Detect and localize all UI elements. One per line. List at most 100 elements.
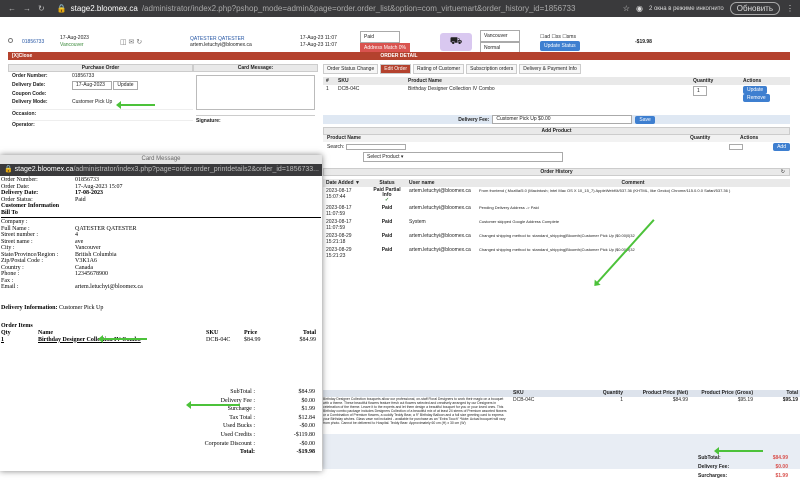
bottom-fee-label: Delivery Fee: [698,464,730,470]
add-product-select[interactable]: Select Product ▾ [363,152,563,162]
status-select[interactable]: Paid [360,30,400,43]
star-icon[interactable]: ☆ [623,4,630,13]
annotation-arrow [714,447,763,455]
table-row: 2023-08-17 11:07:59 Paid System Customer… [323,218,790,232]
history-col-status: Status [379,180,395,186]
lock-icon: 🔒 [56,4,67,13]
popup-tax-total: $12.84 [298,414,316,421]
popup-corporate-discount: -$0.00 [299,440,316,447]
history-col-user: User name [409,180,435,186]
warehouse-select[interactable]: Vancouver [480,29,520,42]
popup-surcharge: $1.99 [301,406,316,413]
order-timestamps: 17-Aug-23 11:07 17-Aug-23 11:07 [300,35,360,49]
delivery-fee-save-button[interactable]: Save [635,115,655,124]
tab-delivery-payment-info[interactable]: Delivery & Payment Info [519,64,581,74]
cb-sms-label: sms [566,33,576,40]
history-comment: Pending Delivery Address -> Paid [479,205,539,210]
tab-order-status-change[interactable]: Order Status Change [323,64,379,74]
history-col-date[interactable]: Date Added ▼ [323,179,368,187]
item-update-button[interactable]: Update [743,86,768,94]
popup-customer-info-title: Customer Information [1,203,60,209]
order-date: 17-Aug-2023 [60,34,89,41]
update-status-button[interactable]: Update Status [540,40,580,51]
cb-sms[interactable]: ☐sms [562,34,576,40]
bottom-item-qty: 1 [620,397,623,403]
popup-content: Order Number: 01856733 Order Date: 17-Aug-… [0,176,322,455]
incognito-label: 2 окна в режиме инкогнито [648,5,724,12]
history-date: 2023-08-17 11:07:59 [326,219,352,231]
add-product-col-name: Product Name [327,135,361,141]
order-total: -$19.98 [635,38,652,45]
popup-used-credits: -$119.80 [293,431,315,438]
created-time: 17-Aug-23 11:07 [300,34,337,41]
card-message-title: Card Message: [193,64,318,72]
history-table: Date Added ▼ Status User name Comment 20… [323,179,790,260]
add-product-button[interactable]: Add [773,143,790,151]
bottom-item-gross: $95.19 [737,397,753,403]
reload-icon[interactable]: ↻ [38,4,45,13]
popup-item-qty: 1 [1,336,4,343]
delivery-date-update-button[interactable]: Update [113,80,138,90]
modified-time: 17-Aug-23 11:07 [300,41,337,48]
delivery-fee-select[interactable]: Customer Pick Up $0.00 [492,115,633,124]
popup-title: Card Message [0,155,322,164]
history-comment: From frontend ( Mozilla/5.0 (Macintosh; … [479,188,731,193]
delivery-date-label: Delivery Date: [12,81,46,88]
cb-ad[interactable]: ☐ad [540,34,550,40]
popup-url-host: stage2.bloomex.ca [14,166,74,173]
popup-item-sku: DCB-04C [206,336,231,343]
history-date: 2023-08-29 15:21:23 [326,247,352,259]
add-product-search-input[interactable] [345,144,406,150]
forward-icon[interactable]: → [23,4,31,13]
tab-subscription-orders[interactable]: Subscription orders [466,64,518,74]
update-browser-button[interactable]: Обновить [729,2,780,15]
popup-corporate-discount-label: Corporate Discount : [204,440,255,447]
popup-order-status: Paid [75,196,86,203]
incognito-icon: ◉ [635,4,643,13]
refresh-icon[interactable]: ↻ [781,169,785,176]
occasion-label: Occasion: [12,110,37,117]
delivery-mode-label: Delivery Mode: [12,99,48,105]
back-icon[interactable]: ← [8,4,16,13]
table-row: 1 Birthday Designer Collection IV Combo … [1,337,321,344]
product-description: Birthday Designer Collection bouquets al… [323,397,507,425]
add-product-header: Product Name Quantity Actions [323,135,790,142]
popup-surcharge-label: Surcharge : [227,406,255,413]
order-id-link[interactable]: 01856733 [22,39,60,45]
row-checkbox[interactable] [8,38,13,43]
popup-col-sku: SKU [206,329,219,336]
tab-rating-of-customer[interactable]: Rating of Customer [413,64,465,74]
popup-email-label: Email : [1,284,19,290]
order-edit-panel: Order Status Change Edit Order Rating of… [323,64,790,162]
order-number: 01856733 [72,73,95,79]
close-link[interactable]: [X]Close [12,52,32,60]
admin-page: 01856733 17-Aug-2023 Vancouver ◫ ✉ ↻ QATE… [0,17,800,479]
menu-icon[interactable]: ⋮ [786,4,794,13]
table-row: 1 DCB-04C Birthday Designer Collection I… [323,85,790,103]
history-user: artem.letuchyi@bloomex.ca [409,205,471,211]
row-icons[interactable]: ◫ ✉ ↻ [120,38,190,46]
items-col-actions: Actions [743,78,762,84]
history-user: artem.letuchyi@bloomex.ca [409,247,471,253]
popup-item-price: $84.99 [244,336,261,343]
annotation-arrow [98,335,147,343]
item-qty-input[interactable]: 1 [693,86,707,96]
popup-order-items-title: Order Items [1,322,33,329]
history-status-check-icon: ✓ [384,197,390,203]
bottom-col-qty: Quantity [602,390,623,396]
history-user: artem.letuchyi@bloomex.ca [409,233,471,239]
delivery-date-input[interactable]: 17-Aug-2023 [72,80,112,90]
card-message-textarea[interactable] [196,75,315,110]
add-product-select-row: Select Product ▾ [323,152,790,162]
address-bar[interactable]: 🔒 stage2.bloomex.ca/administrator/index2… [57,4,623,13]
tab-edit-order[interactable]: Edit Order [380,64,412,74]
signature-label: Signature: [196,115,315,124]
card-message-window: Card Message 🔒 stage2.bloomex.ca/adminis… [0,155,322,471]
history-status: Paid [381,233,393,239]
item-remove-button[interactable]: Remove [743,94,770,102]
history-date: 2023-08-17 11:07:59 [326,205,352,217]
popup-address-bar[interactable]: 🔒 stage2.bloomex.ca/administrator/index3… [0,164,322,176]
purchase-order-panel: Purchase Order Card Message: Order Numbe… [8,64,318,130]
add-product-qty-input[interactable] [729,144,744,150]
cb-ss[interactable]: ☐ss [551,34,560,40]
